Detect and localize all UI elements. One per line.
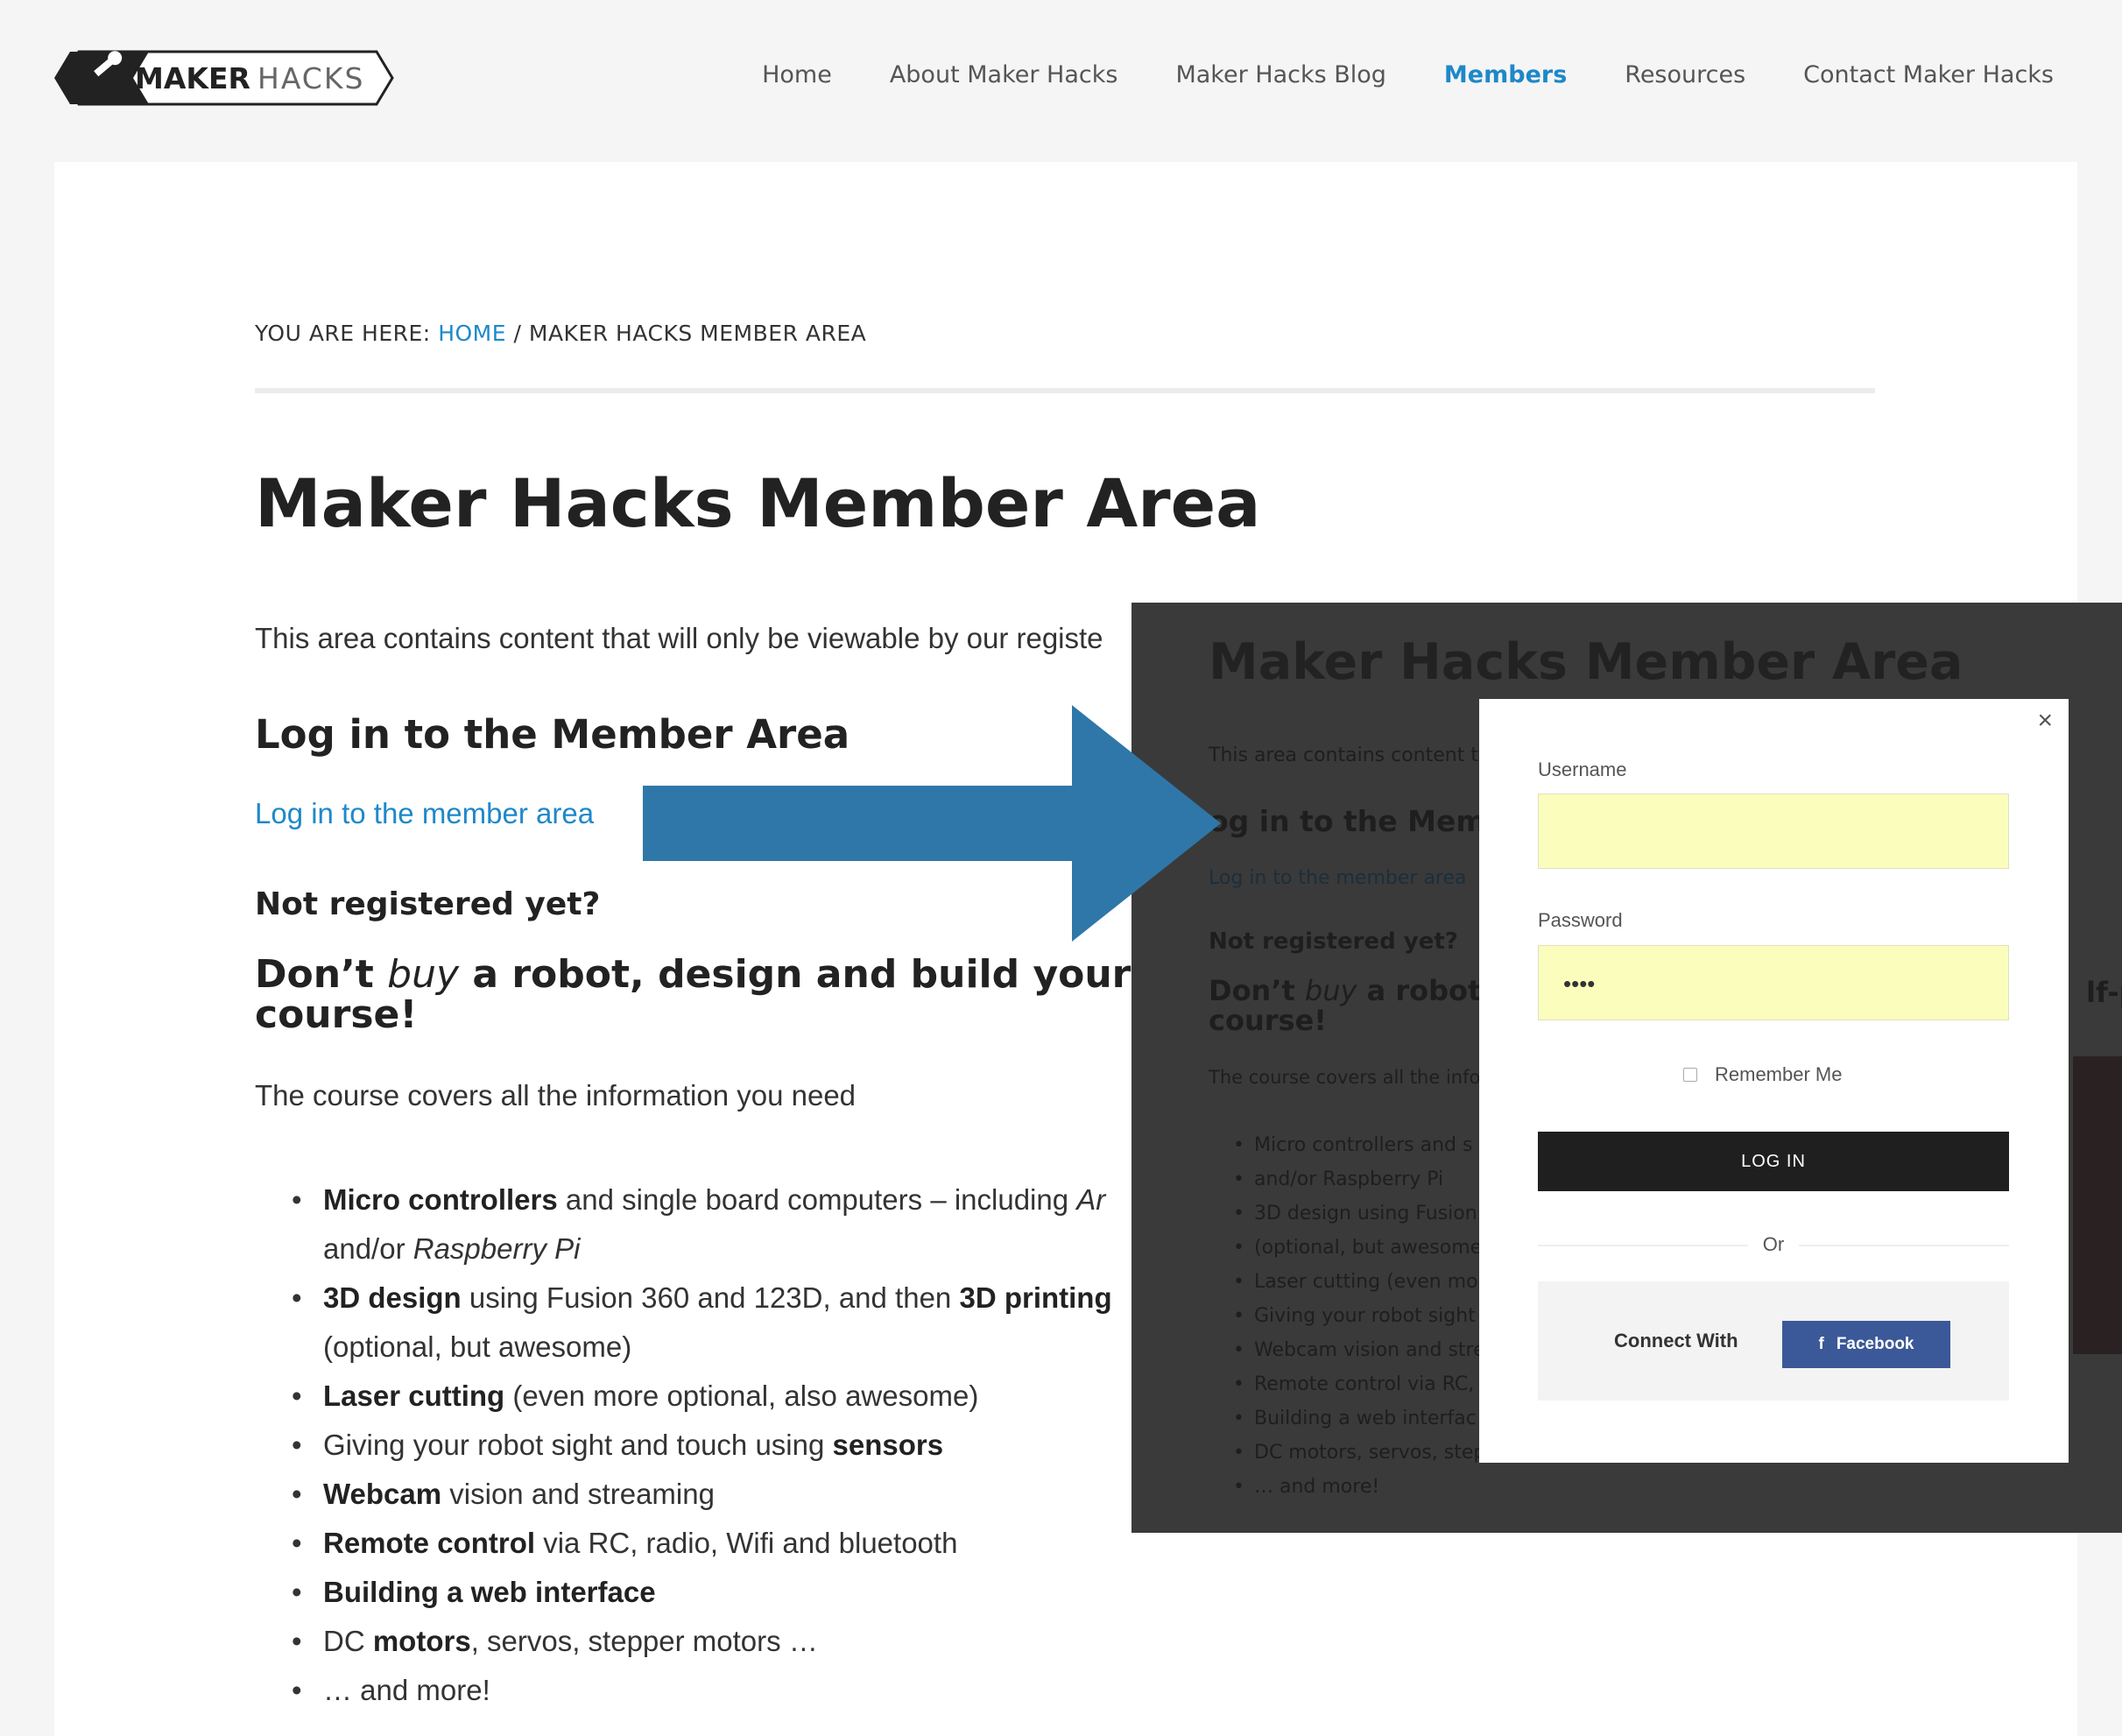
course-intro: The course covers all the information yo…	[255, 1079, 857, 1111]
overlay-intro: This area contains content th	[1209, 745, 1491, 766]
breadcrumb-home-link[interactable]: HOME	[438, 321, 506, 346]
overlay-image-strip	[2073, 1056, 2122, 1354]
connect-with-label: Connect With	[1614, 1330, 1738, 1351]
list-item: DC motors, servos, stepper motors …	[255, 1617, 1218, 1666]
breadcrumb-separator: /	[513, 321, 522, 346]
remember-checkbox[interactable]	[1683, 1068, 1697, 1082]
list-item-continuation: (optional, but awesome)	[323, 1330, 632, 1363]
logo-maker: MAKER	[135, 61, 250, 95]
breadcrumb: YOU ARE HERE: HOME / MAKER HACKS MEMBER …	[255, 321, 866, 346]
list-item: Laser cutting (even more optional, also …	[255, 1372, 1218, 1421]
remember-me[interactable]: Remember Me	[1683, 1063, 1842, 1086]
list-item: … and more!	[1209, 1470, 1734, 1504]
list-item: Webcam vision and streaming	[255, 1470, 1218, 1519]
member-login-link[interactable]: Log in to the member area	[255, 797, 594, 830]
site-header: MAKER HACKS Home About Maker Hacks Maker…	[0, 0, 2122, 162]
list-item: … and more!	[255, 1666, 1218, 1715]
page-title: Maker Hacks Member Area	[255, 464, 1261, 542]
facebook-login-button[interactable]: f Facebook	[1782, 1321, 1950, 1368]
username-label: Username	[1538, 759, 1627, 780]
breadcrumb-prefix: YOU ARE HERE:	[255, 321, 431, 346]
nav-home[interactable]: Home	[762, 61, 832, 88]
password-label: Password	[1538, 909, 1623, 931]
intro-text: This area contains content that will onl…	[255, 622, 1103, 654]
overlay-heading-fragment: lf-pa	[2086, 976, 2122, 1009]
overlay-login-heading: og in to the Memb	[1209, 804, 1507, 838]
nav-members[interactable]: Members	[1444, 61, 1567, 88]
overlay-page-title: Maker Hacks Member Area	[1209, 633, 1963, 691]
overlay-login-link: Log in to the member area	[1209, 867, 1467, 889]
list-item-continuation: and/or Raspberry Pi	[323, 1232, 581, 1265]
breadcrumb-divider	[255, 388, 1875, 393]
course-feature-list: Micro controllers and single board compu…	[255, 1175, 1218, 1715]
facebook-label: Facebook	[1836, 1335, 1914, 1353]
logo-hacks: HACKS	[257, 61, 364, 95]
breadcrumb-current: MAKER HACKS MEMBER AREA	[528, 321, 867, 346]
or-divider: Or	[1538, 1231, 2009, 1258]
or-text: Or	[1762, 1233, 1785, 1255]
remember-label: Remember Me	[1715, 1063, 1843, 1085]
main-nav: Home About Maker Hacks Maker Hacks Blog …	[704, 61, 2054, 88]
facebook-icon: f	[1818, 1335, 1824, 1353]
list-item: 3D design using Fusion 360 and 123D, and…	[255, 1274, 1218, 1323]
overlay-not-registered: Not registered yet?	[1209, 928, 1458, 955]
list-item: Micro controllers and single board compu…	[255, 1175, 1218, 1224]
close-icon[interactable]: ×	[2037, 706, 2053, 736]
maker-hacks-logo[interactable]: MAKER HACKS	[53, 50, 394, 106]
social-connect-box: Connect With f Facebook	[1538, 1281, 2009, 1401]
password-field[interactable]: ••••	[1538, 945, 2009, 1020]
arrow-right-icon	[643, 705, 1221, 942]
list-item: Building a web interface	[255, 1568, 1218, 1617]
overlay-course-intro: The course covers all the info	[1209, 1067, 1481, 1088]
nav-blog[interactable]: Maker Hacks Blog	[1175, 61, 1385, 88]
list-item: Remote control via RC, radio, Wifi and b…	[255, 1519, 1218, 1568]
nav-resources[interactable]: Resources	[1625, 61, 1745, 88]
login-button[interactable]: LOG IN	[1538, 1132, 2009, 1191]
not-registered-heading: Not registered yet?	[255, 886, 601, 922]
username-field[interactable]	[1538, 794, 2009, 869]
list-item: Giving your robot sight and touch using …	[255, 1421, 1218, 1470]
nav-contact[interactable]: Contact Maker Hacks	[1803, 61, 2054, 88]
nav-about[interactable]: About Maker Hacks	[890, 61, 1118, 88]
login-modal: × Username Password •••• Remember Me LOG…	[1479, 699, 2069, 1463]
